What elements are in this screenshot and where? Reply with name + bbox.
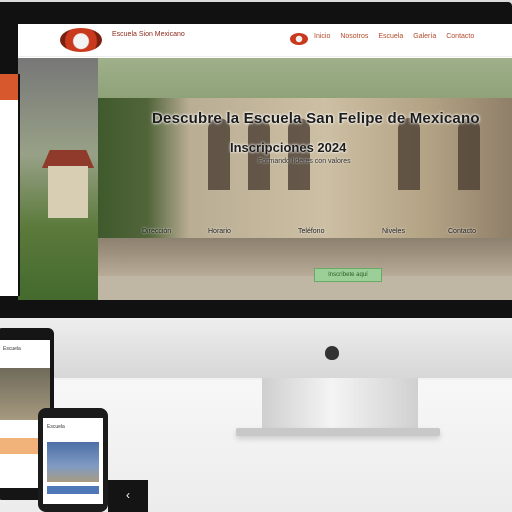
website-screen: Escuela Sion Mexicano Inicio Nosotros Es… (18, 24, 512, 300)
nav-item-nosotros[interactable]: Nosotros (340, 33, 368, 40)
monitor-stand (262, 378, 418, 432)
info-item: Horario (208, 228, 231, 235)
side-monitor-screen (0, 74, 20, 296)
site-logo-text[interactable]: Escuela Sion Mexicano (112, 31, 185, 38)
hero-section: Descubre la Escuela San Felipe de Mexica… (18, 58, 512, 300)
nav-item-galeria[interactable]: Galería (413, 33, 436, 40)
monitor-chin (0, 318, 512, 378)
tablet-header-text: Escuela (3, 346, 21, 352)
phone-header-text: Escuela (47, 424, 65, 430)
monitor-stand-base (236, 428, 440, 436)
back-arrow-icon[interactable]: ‹ (108, 480, 148, 512)
arch-shape (208, 118, 230, 190)
phone-photo (47, 442, 99, 482)
hero-subtitle: Inscripciones 2024 (230, 140, 347, 155)
site-header: Escuela Sion Mexicano Inicio Nosotros Es… (18, 24, 512, 57)
arch-shape (458, 118, 480, 190)
house-wall (48, 166, 88, 218)
site-logo-icon[interactable] (60, 28, 102, 52)
hero-ground (98, 238, 512, 276)
side-photo (18, 58, 98, 300)
nav-item-escuela[interactable]: Escuela (378, 33, 403, 40)
info-item: Contacto (448, 228, 477, 235)
hero-title: Descubre la Escuela San Felipe de Mexica… (152, 110, 480, 127)
info-item: Niveles (382, 228, 405, 235)
info-item: Teléfono (298, 228, 325, 235)
cta-button[interactable]: Inscríbete aquí (314, 268, 382, 282)
nav-item-contacto[interactable]: Contacto (446, 33, 474, 40)
hero-foliage (98, 58, 512, 98)
phone-device: Escuela (38, 408, 108, 512)
apple-logo-icon (325, 346, 339, 360)
nav-logo-icon[interactable] (290, 33, 308, 45)
nav-item-inicio[interactable]: Inicio (314, 33, 330, 40)
main-nav: Inicio Nosotros Escuela Galería Contacto (314, 33, 474, 40)
phone-screen: Escuela (43, 418, 103, 504)
phone-banner (47, 486, 99, 494)
arch-shape (398, 118, 420, 190)
side-monitor-banner (0, 74, 18, 100)
hero-tagline: Formando líderes con valores (258, 158, 351, 165)
info-item: Dirección (142, 228, 172, 235)
